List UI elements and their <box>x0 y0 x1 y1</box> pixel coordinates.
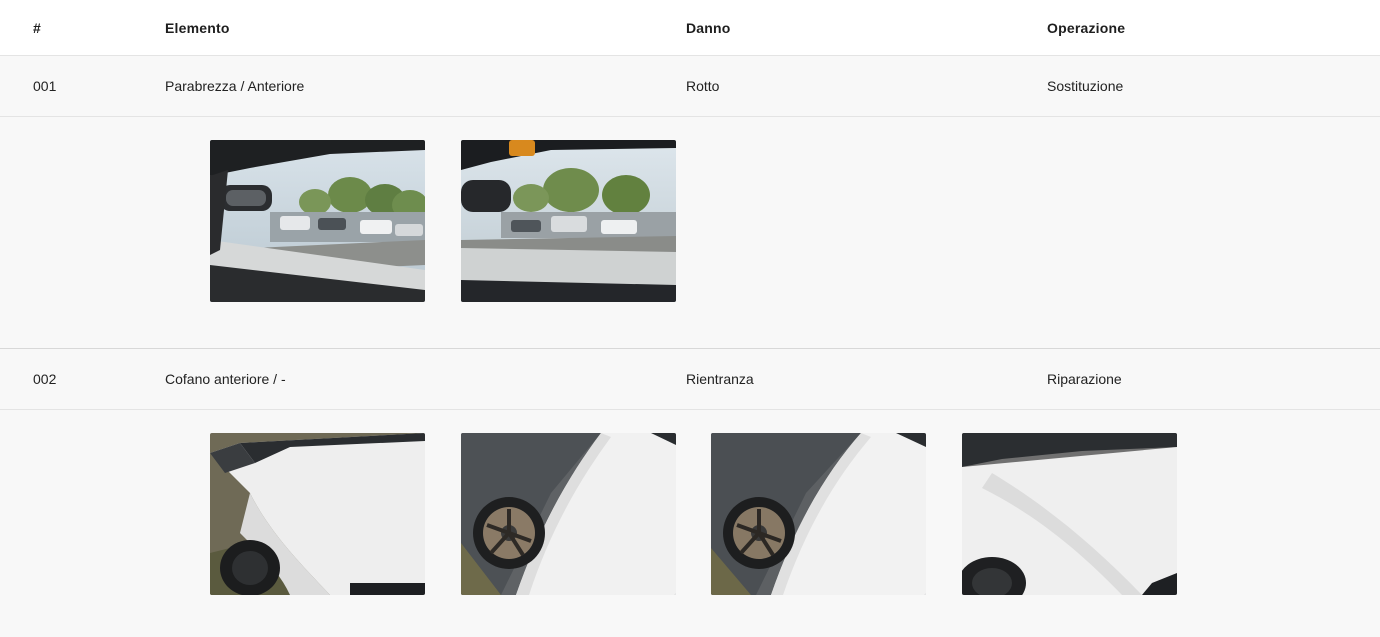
white-car-hood-photo[interactable] <box>962 433 1177 595</box>
damage-table: # Elemento Danno Operazione 001 Parabrez… <box>0 0 1380 637</box>
header-num: # <box>33 19 41 36</box>
table-header: # Elemento Danno Operazione <box>0 0 1380 56</box>
header-danno: Danno <box>686 19 731 36</box>
photo-gallery <box>0 117 1380 349</box>
row-danno: Rotto <box>686 78 720 94</box>
car-wheel-hood-photo[interactable] <box>461 433 676 595</box>
windshield-interior-photo[interactable] <box>210 140 425 302</box>
table-row: 001 Parabrezza / Anteriore Rotto Sostitu… <box>0 56 1380 117</box>
row-number: 001 <box>33 78 57 94</box>
header-elemento: Elemento <box>165 19 230 36</box>
row-elemento: Parabrezza / Anteriore <box>165 78 305 94</box>
row-danno: Rientranza <box>686 371 754 387</box>
photo-gallery <box>0 410 1380 637</box>
car-wheel-hood-photo[interactable] <box>711 433 926 595</box>
header-operazione: Operazione <box>1047 19 1126 36</box>
white-car-hood-photo[interactable] <box>210 433 425 595</box>
table-row: 002 Cofano anteriore / - Rientranza Ripa… <box>0 349 1380 410</box>
row-operazione: Riparazione <box>1047 371 1122 387</box>
row-operazione: Sostituzione <box>1047 78 1124 94</box>
windshield-interior-photo[interactable] <box>461 140 676 302</box>
row-elemento: Cofano anteriore / - <box>165 371 286 387</box>
row-number: 002 <box>33 371 57 387</box>
